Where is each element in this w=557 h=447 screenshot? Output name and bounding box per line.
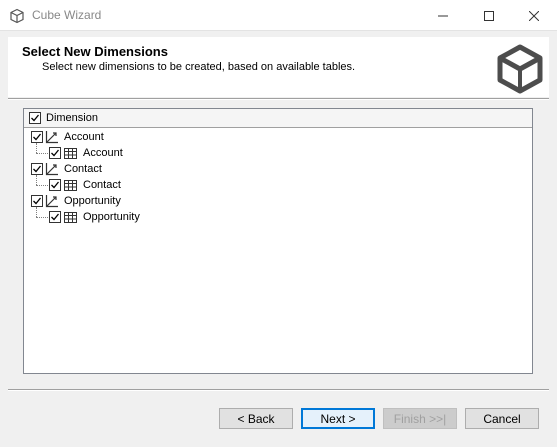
close-button[interactable] <box>511 0 557 31</box>
maximize-icon <box>484 10 494 21</box>
checkmark-icon <box>33 133 42 141</box>
dimension-label: Opportunity <box>64 195 121 207</box>
finish-button: Finish >>| <box>383 408 457 429</box>
tree-connector <box>36 185 48 186</box>
maximize-button[interactable] <box>466 0 512 31</box>
table-label: Account <box>83 147 123 159</box>
select-all-checkbox[interactable] <box>29 112 41 124</box>
dimension-tree[interactable]: Dimension Account Account Contact Contac… <box>23 108 533 374</box>
wizard-header: Select New Dimensions Select new dimensi… <box>8 37 549 97</box>
tree-connector <box>36 143 37 153</box>
table-label: Contact <box>83 179 121 191</box>
table-checkbox[interactable] <box>49 147 61 159</box>
next-button[interactable]: Next > <box>301 408 375 429</box>
checkmark-icon <box>33 165 42 173</box>
cube-logo-icon <box>497 44 543 94</box>
minimize-icon <box>438 15 448 16</box>
table-label: Opportunity <box>83 211 140 223</box>
tree-header-label: Dimension <box>46 112 98 124</box>
header-separator <box>8 98 549 100</box>
close-icon <box>529 10 539 21</box>
table-icon <box>64 212 77 223</box>
checkmark-icon <box>51 181 60 189</box>
table-icon <box>64 148 77 159</box>
checkmark-icon <box>33 197 42 205</box>
cancel-button[interactable]: Cancel <box>465 408 539 429</box>
dimension-label: Account <box>64 131 104 143</box>
tree-connector <box>36 175 37 185</box>
page-subtitle: Select new dimensions to be created, bas… <box>42 61 356 73</box>
dimension-icon <box>45 131 58 144</box>
footer-separator <box>8 389 549 391</box>
dimension-label: Contact <box>64 163 102 175</box>
window-title: Cube Wizard <box>32 8 102 22</box>
minimize-button[interactable] <box>420 0 466 31</box>
back-button[interactable]: < Back <box>219 408 293 429</box>
checkmark-icon <box>51 149 60 157</box>
table-icon <box>64 180 77 191</box>
tree-connector <box>36 217 48 218</box>
checkmark-icon <box>31 114 40 122</box>
cube-app-icon <box>10 8 24 24</box>
table-checkbox[interactable] <box>49 211 61 223</box>
dimension-checkbox[interactable] <box>31 131 43 143</box>
dimension-checkbox[interactable] <box>31 195 43 207</box>
dimension-icon <box>45 195 58 208</box>
dimension-icon <box>45 163 58 176</box>
tree-column-header: Dimension <box>24 109 532 128</box>
tree-connector <box>36 207 37 217</box>
table-checkbox[interactable] <box>49 179 61 191</box>
title-bar: Cube Wizard <box>0 0 557 31</box>
dimension-checkbox[interactable] <box>31 163 43 175</box>
checkmark-icon <box>51 213 60 221</box>
page-title: Select New Dimensions <box>22 44 168 59</box>
tree-connector <box>36 153 48 154</box>
